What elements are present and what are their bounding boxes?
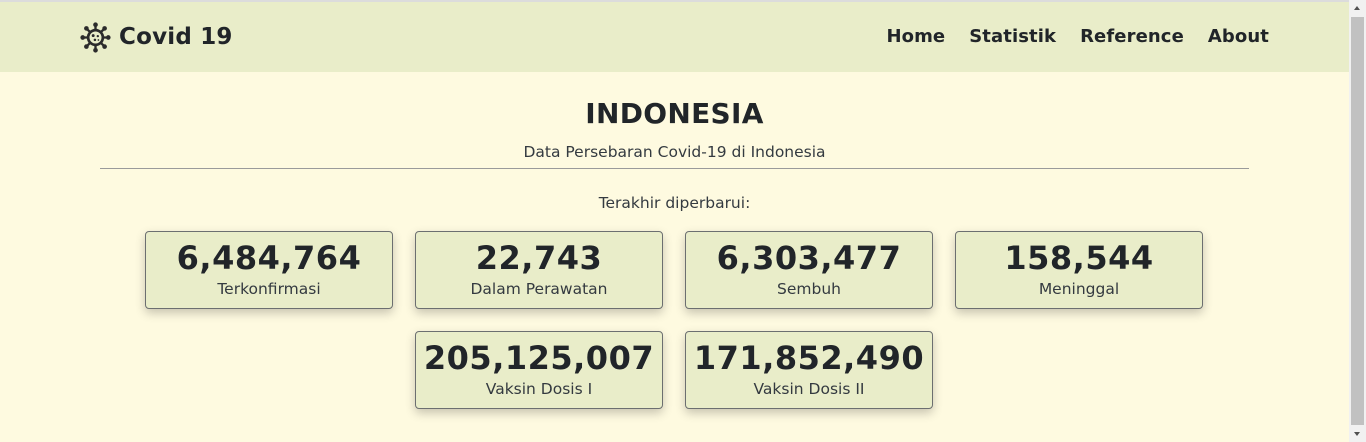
last-updated-label: Terakhir diperbarui:: [598, 194, 751, 212]
stat-value: 6,484,764: [176, 239, 362, 277]
page-viewport: Covid 19 Home Statistik Reference About …: [0, 0, 1349, 442]
stat-value: 171,852,490: [693, 339, 925, 377]
stat-label: Terkonfirmasi: [217, 280, 321, 298]
page-title: INDONESIA: [585, 97, 764, 130]
stat-label: Sembuh: [777, 280, 841, 298]
stat-value: 22,743: [475, 239, 603, 277]
nav-menu: Home Statistik Reference About: [886, 26, 1269, 47]
nav-link-about[interactable]: About: [1208, 26, 1269, 47]
stat-label: Meninggal: [1038, 280, 1120, 298]
nav-link-statistik[interactable]: Statistik: [969, 26, 1056, 47]
brand-name: Covid 19: [119, 24, 233, 50]
stat-label: Dalam Perawatan: [470, 280, 608, 298]
virus-icon: [80, 21, 111, 53]
brand-link[interactable]: Covid 19: [80, 19, 233, 55]
stat-label: Vaksin Dosis II: [753, 380, 865, 398]
scrollbar-thumb[interactable]: [1351, 17, 1364, 425]
navbar: Covid 19 Home Statistik Reference About: [0, 2, 1349, 72]
stat-card-meninggal: 158,544 Meninggal: [955, 231, 1203, 309]
nav-link-home[interactable]: Home: [886, 26, 945, 47]
page-subtitle: Data Persebaran Covid-19 di Indonesia: [523, 143, 826, 161]
stat-label: Vaksin Dosis I: [485, 380, 593, 398]
nav-link-reference[interactable]: Reference: [1080, 26, 1184, 47]
stat-card-dalam-perawatan: 22,743 Dalam Perawatan: [415, 231, 663, 309]
stat-card-vaksin-dosis-2: 171,852,490 Vaksin Dosis II: [685, 331, 933, 409]
stat-value: 6,303,477: [716, 239, 902, 277]
divider: [100, 168, 1249, 169]
scroll-down-arrow-icon[interactable]: [1349, 425, 1366, 442]
stat-value: 205,125,007: [423, 339, 655, 377]
stat-value: 158,544: [1004, 239, 1154, 277]
vertical-scrollbar[interactable]: [1349, 0, 1366, 442]
stat-card-sembuh: 6,303,477 Sembuh: [685, 231, 933, 309]
stat-card-terkonfirmasi: 6,484,764 Terkonfirmasi: [145, 231, 393, 309]
scroll-up-arrow-icon[interactable]: [1349, 0, 1366, 17]
stat-card-vaksin-dosis-1: 205,125,007 Vaksin Dosis I: [415, 331, 663, 409]
